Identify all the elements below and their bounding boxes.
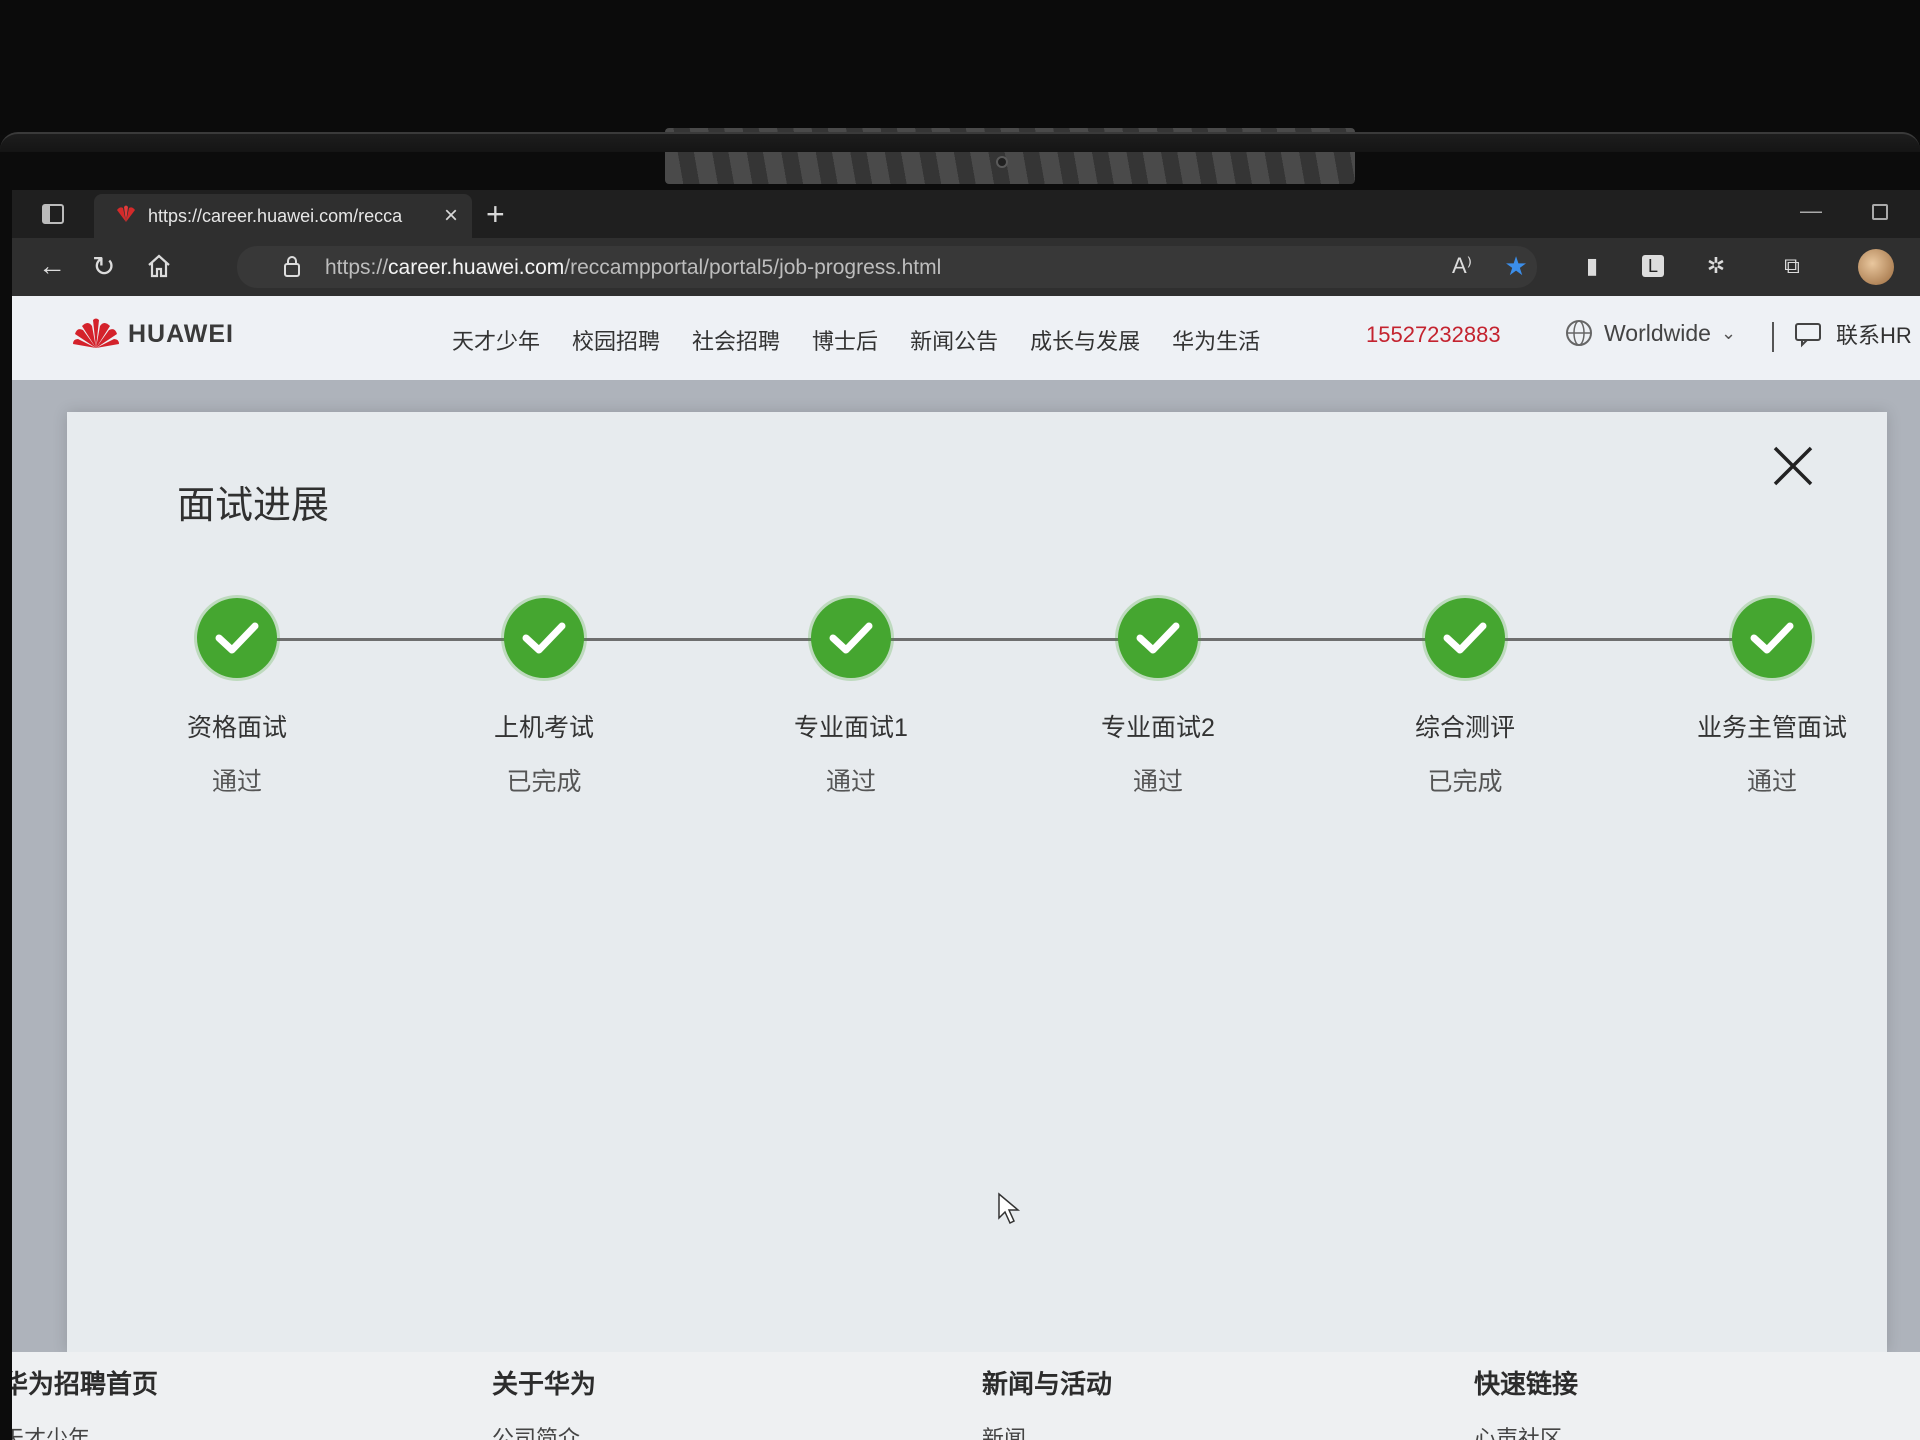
check-icon (811, 598, 891, 678)
site-footer: 华为招聘首页 天才少年 关于华为 公司简介 新闻与活动 新闻 快速链接 心声社区 (12, 1352, 1920, 1440)
url-text: https://career.huawei.com/reccampportal/… (325, 256, 942, 279)
footer-heading[interactable]: 华为招聘首页 (12, 1364, 158, 1401)
check-icon (197, 598, 277, 678)
interview-progress-modal: 面试进展 资格面试 通过 上机考试 已完成 专业面试1 通过 专业面试2 通过 … (67, 412, 1887, 1352)
footer-link[interactable]: 新闻 (982, 1421, 1112, 1440)
url-field[interactable]: https://career.huawei.com/reccampportal/… (237, 246, 1537, 288)
main-nav: 天才少年 校园招聘 社会招聘 博士后 新闻公告 成长与发展 华为生活 (452, 324, 1260, 356)
step-name: 资格面试 (186, 714, 287, 742)
region-label: Worldwide (1604, 319, 1711, 346)
step-name: 综合测评 (1414, 714, 1515, 742)
footer-heading[interactable]: 关于华为 (492, 1364, 596, 1401)
tab-bar: https://career.huawei.com/recca × + — (12, 190, 1920, 238)
device-bezel (0, 0, 1920, 135)
header-divider (1772, 322, 1774, 352)
step-status: 已完成 (1427, 768, 1503, 796)
minimize-icon[interactable]: — (1800, 198, 1822, 224)
chevron-down-icon: ⌄ (1720, 322, 1737, 343)
address-bar: ← ↻ https://career.huawei.com/reccamppor… (12, 238, 1920, 296)
footer-link[interactable]: 天才少年 (12, 1421, 158, 1440)
step-status: 已完成 (506, 768, 582, 796)
huawei-logo[interactable]: HUAWEI (72, 318, 234, 350)
step-name: 专业面试1 (794, 714, 908, 742)
region-selector[interactable]: Worldwide ⌄ (1564, 318, 1736, 348)
footer-heading[interactable]: 快速链接 (1474, 1364, 1578, 1401)
mouse-cursor-icon (998, 1192, 1021, 1225)
step-name: 专业面试2 (1101, 714, 1215, 742)
nav-postdoc[interactable]: 博士后 (812, 324, 878, 356)
tab-close-icon[interactable]: × (444, 202, 458, 230)
step-professional-2: 专业面试2 通过 (1048, 598, 1268, 798)
step-name: 业务主管面试 (1696, 714, 1847, 742)
huawei-favicon-icon (117, 205, 135, 222)
footer-col-news: 新闻与活动 新闻 (982, 1364, 1112, 1440)
tab-title: https://career.huawei.com/recca (148, 206, 403, 226)
nav-social[interactable]: 社会招聘 (692, 324, 780, 356)
step-status: 通过 (211, 768, 262, 796)
close-icon[interactable] (1769, 442, 1817, 490)
browser-window: https://career.huawei.com/recca × + — ← … (12, 190, 1920, 1440)
screen-edge (0, 132, 1920, 152)
logo-text: HUAWEI (128, 319, 234, 348)
extension-icon[interactable]: L (1642, 255, 1664, 277)
nav-news[interactable]: 新闻公告 (910, 324, 998, 356)
favorite-star-icon[interactable]: ★ (1502, 252, 1530, 280)
step-name: 上机考试 (493, 714, 594, 742)
check-icon (1425, 598, 1505, 678)
refresh-icon[interactable]: ↻ (92, 250, 115, 283)
modal-title: 面试进展 (177, 485, 330, 527)
profile-avatar[interactable] (1858, 249, 1894, 285)
step-machine-test: 上机考试 已完成 (434, 598, 654, 798)
step-status: 通过 (1746, 768, 1797, 796)
maximize-icon[interactable] (1872, 204, 1888, 220)
globe-icon (1566, 320, 1592, 346)
step-qualification: 资格面试 通过 (127, 598, 347, 798)
home-icon[interactable] (146, 254, 172, 278)
nav-campus[interactable]: 校园招聘 (572, 324, 660, 356)
footer-col-links: 快速链接 心声社区 (1474, 1364, 1578, 1440)
read-aloud-icon[interactable]: A⁾ (1448, 252, 1476, 280)
puzzle-icon[interactable]: ✲ (1702, 252, 1730, 280)
footer-link[interactable]: 心声社区 (1474, 1421, 1578, 1440)
huawei-flower-icon (73, 318, 119, 348)
contact-hr-button[interactable]: 联系HR (1794, 318, 1912, 350)
footer-heading[interactable]: 新闻与活动 (982, 1364, 1112, 1401)
step-professional-1: 专业面试1 通过 (741, 598, 961, 798)
lock-icon[interactable] (283, 255, 301, 277)
check-icon (1732, 598, 1812, 678)
contact-hr-label: 联系HR (1836, 323, 1912, 348)
chat-icon (1795, 323, 1821, 348)
active-tab[interactable]: https://career.huawei.com/recca × (94, 194, 472, 238)
footer-col-about: 关于华为 公司简介 (492, 1364, 596, 1440)
step-status: 通过 (1132, 768, 1183, 796)
footer-col-home: 华为招聘首页 天才少年 (12, 1364, 158, 1440)
site-header: HUAWEI 天才少年 校园招聘 社会招聘 博士后 新闻公告 成长与发展 华为生… (12, 296, 1920, 380)
new-tab-icon[interactable]: + (486, 196, 505, 233)
nav-life[interactable]: 华为生活 (1172, 324, 1260, 356)
step-comprehensive: 综合测评 已完成 (1355, 598, 1575, 798)
step-status: 通过 (825, 768, 876, 796)
step-manager: 业务主管面试 通过 (1662, 598, 1882, 798)
webcam (996, 156, 1008, 168)
collections-icon[interactable]: ⧉ (1778, 252, 1806, 280)
footer-link[interactable]: 公司简介 (492, 1421, 596, 1440)
user-phone[interactable]: 15527232883 (1366, 322, 1501, 348)
reading-list-icon[interactable]: ▮ (1578, 252, 1606, 280)
back-icon[interactable]: ← (38, 250, 66, 282)
check-icon (1118, 598, 1198, 678)
nav-growth[interactable]: 成长与发展 (1030, 324, 1140, 356)
tab-actions-icon[interactable] (42, 204, 64, 224)
nav-genius-youth[interactable]: 天才少年 (452, 324, 540, 356)
check-icon (504, 598, 584, 678)
